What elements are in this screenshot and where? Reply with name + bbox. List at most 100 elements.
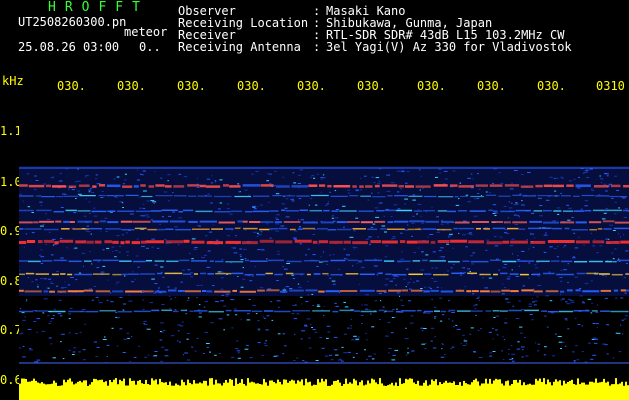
noise-speck (438, 168, 442, 170)
noise-speck (616, 332, 621, 334)
noise-speck (452, 326, 455, 328)
noise-speck (416, 280, 420, 282)
noise-speck (560, 192, 562, 194)
noise-speck (373, 182, 376, 184)
noise-speck (563, 269, 567, 271)
amplitude-bar (179, 385, 181, 400)
noise-speck (518, 300, 521, 302)
amplitude-bar (25, 379, 27, 400)
noise-speck (624, 292, 627, 294)
amplitude-bar (545, 384, 547, 400)
noise-speck (22, 200, 24, 202)
noise-speck (420, 327, 424, 329)
noise-speck (320, 256, 322, 258)
noise-speck (438, 250, 442, 252)
noise-speck (472, 178, 474, 180)
noise-speck (517, 341, 520, 343)
noise-speck (567, 282, 569, 283)
amplitude-bar (103, 382, 105, 400)
noise-speck (218, 318, 223, 320)
noise-speck (566, 204, 569, 206)
amplitude-bar (129, 378, 131, 400)
amplitude-bar (573, 384, 575, 400)
noise-speck (385, 278, 390, 280)
noise-speck (545, 295, 550, 297)
amplitude-bar (349, 382, 351, 400)
amplitude-bar (111, 382, 113, 400)
noise-speck (40, 256, 45, 258)
noise-speck (45, 244, 48, 245)
noise-speck (25, 300, 27, 302)
noise-speck (601, 274, 605, 276)
noise-speck (492, 351, 496, 352)
noise-speck (503, 339, 506, 341)
noise-speck (269, 183, 272, 184)
noise-speck (355, 338, 360, 340)
noise-speck (589, 168, 593, 170)
noise-speck (560, 348, 562, 349)
amplitude-bar (511, 384, 513, 400)
noise-speck (521, 356, 524, 358)
noise-speck (116, 345, 119, 347)
amplitude-bar (213, 384, 215, 400)
noise-speck (172, 192, 174, 193)
noise-speck (421, 330, 424, 332)
noise-speck (187, 333, 190, 334)
noise-speck (511, 360, 515, 362)
noise-speck (436, 216, 439, 218)
spectrogram-plot (19, 96, 629, 400)
noise-speck (623, 217, 628, 218)
noise-speck (584, 282, 589, 284)
noise-speck (174, 287, 177, 289)
noise-speck (220, 288, 224, 290)
noise-speck (616, 190, 620, 191)
noise-speck (452, 247, 454, 249)
noise-speck (448, 318, 450, 320)
noise-speck (308, 204, 310, 206)
noise-speck (31, 281, 34, 283)
noise-speck (206, 266, 211, 268)
noise-speck (577, 324, 581, 325)
amplitude-bar (433, 381, 435, 400)
noise-speck (115, 196, 118, 198)
noise-speck (47, 218, 51, 220)
noise-speck (406, 171, 410, 173)
noise-speck (105, 362, 108, 364)
amplitude-bar (249, 382, 251, 400)
noise-speck (26, 173, 30, 175)
noise-speck (404, 229, 408, 231)
noise-speck (43, 183, 47, 185)
noise-speck (298, 219, 300, 221)
amplitude-bar (135, 384, 137, 400)
noise-speck (433, 280, 438, 282)
noise-speck (198, 304, 201, 306)
noise-speck (271, 319, 274, 321)
noise-speck (596, 304, 599, 306)
noise-speck (247, 313, 250, 315)
noise-speck (318, 243, 320, 245)
noise-speck (500, 182, 504, 184)
noise-speck (242, 267, 244, 269)
noise-speck (161, 216, 164, 218)
noise-speck (52, 315, 55, 317)
noise-speck (29, 349, 33, 351)
noise-speck (262, 316, 264, 318)
noise-speck (499, 236, 503, 238)
amplitude-bar (343, 384, 345, 400)
noise-speck (571, 217, 574, 218)
noise-speck (331, 217, 335, 219)
noise-speck (417, 209, 420, 211)
noise-speck (226, 203, 229, 205)
noise-speck (27, 328, 32, 330)
noise-speck (424, 342, 427, 344)
antenna-value: 3el Yagi(V) Az 330 for Vladivostok (326, 40, 572, 54)
noise-speck (226, 314, 230, 316)
amplitude-bar (279, 381, 281, 400)
noise-speck (412, 199, 416, 201)
noise-speck (191, 346, 193, 348)
noise-speck (274, 170, 277, 172)
amplitude-bar (425, 380, 427, 400)
noise-speck (513, 204, 518, 206)
noise-speck (322, 174, 325, 176)
noise-speck (178, 217, 182, 219)
